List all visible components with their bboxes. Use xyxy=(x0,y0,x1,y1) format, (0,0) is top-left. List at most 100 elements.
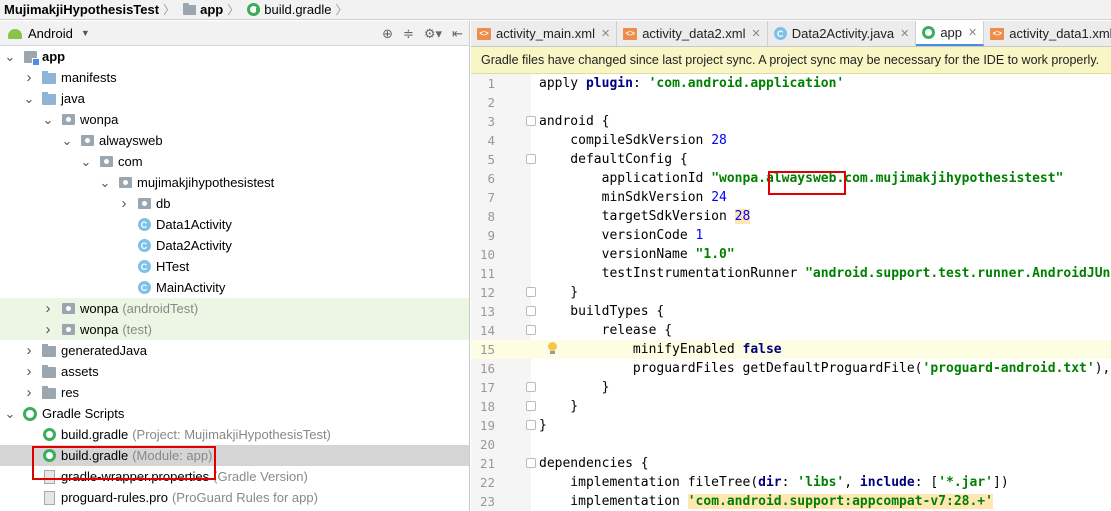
tree-item[interactable]: ⌄ com xyxy=(0,151,469,172)
fold-marker-icon[interactable] xyxy=(526,382,536,392)
code-line[interactable]: 1 apply plugin: 'com.android.application' xyxy=(471,74,1111,93)
code-text: implementation fileTree(dir: 'libs', inc… xyxy=(539,473,1008,492)
chevron-down-icon[interactable]: ⌄ xyxy=(80,155,92,168)
code-token: apply xyxy=(539,76,586,91)
editor-tab[interactable]: app ✕ xyxy=(916,21,985,46)
code-line[interactable]: 8 targetSdkVersion 28 xyxy=(471,207,1111,226)
fold-marker-icon[interactable] xyxy=(526,306,536,316)
code-token: versionCode xyxy=(539,228,696,243)
breadcrumb-separator: 〉 xyxy=(335,3,348,17)
chevron-down-icon[interactable]: ⌄ xyxy=(42,113,54,126)
tree-item[interactable]: ›proguard-rules.pro(ProGuard Rules for a… xyxy=(0,487,469,508)
breadcrumb-project[interactable]: MujimakjiHypothesisTest xyxy=(0,2,159,17)
breadcrumb-project-label: MujimakjiHypothesisTest xyxy=(4,2,160,17)
breadcrumb-module[interactable]: app xyxy=(179,2,223,17)
chevron-right-icon[interactable]: › xyxy=(23,342,35,359)
hide-icon[interactable]: ⇤ xyxy=(452,26,463,42)
fold-marker-icon[interactable] xyxy=(526,287,536,297)
breadcrumb-separator: 〉 xyxy=(163,3,176,17)
tree-item[interactable]: › wonpa (test) xyxy=(0,319,469,340)
code-line[interactable]: 22 implementation fileTree(dir: 'libs', … xyxy=(471,473,1111,492)
editor-tab[interactable]: <>activity_data1.xml✕ xyxy=(984,21,1111,46)
code-line[interactable]: 16 proguardFiles getDefaultProguardFile(… xyxy=(471,359,1111,378)
tree-item[interactable]: ⌄ mujimakjihypothesistest xyxy=(0,172,469,193)
chevron-right-icon[interactable]: › xyxy=(23,384,35,401)
code-line[interactable]: 21 dependencies { xyxy=(471,454,1111,473)
fold-marker-icon[interactable] xyxy=(526,154,536,164)
code-line[interactable]: 10 versionName "1.0" xyxy=(471,245,1111,264)
tree-item[interactable]: ›gradle-wrapper.properties(Gradle Versio… xyxy=(0,466,469,487)
code-line[interactable]: 3 android { xyxy=(471,112,1111,131)
tree-item[interactable]: ⌄ Gradle Scripts xyxy=(0,403,469,424)
code-editor[interactable]: 1 apply plugin: 'com.android.application'… xyxy=(471,74,1111,511)
code-line[interactable]: 20 xyxy=(471,435,1111,454)
code-line[interactable]: 18 } xyxy=(471,397,1111,416)
code-line[interactable]: 4 compileSdkVersion 28 xyxy=(471,131,1111,150)
gear-icon[interactable]: ⚙▾ xyxy=(424,26,442,42)
chevron-right-icon[interactable]: › xyxy=(23,69,35,86)
tree-item[interactable]: › res xyxy=(0,382,469,403)
code-line[interactable]: 9 versionCode 1 xyxy=(471,226,1111,245)
tree-item[interactable]: ›CData2Activity xyxy=(0,235,469,256)
tree-item[interactable]: ⌄ app xyxy=(0,46,469,67)
code-line[interactable]: 13 buildTypes { xyxy=(471,302,1111,321)
close-icon[interactable]: ✕ xyxy=(752,27,761,40)
editor-tab[interactable]: <> activity_main.xml ✕ xyxy=(471,21,618,46)
tree-item[interactable]: ›CData1Activity xyxy=(0,214,469,235)
code-token: : xyxy=(781,475,798,490)
chevron-down-icon[interactable]: ⌄ xyxy=(23,92,35,105)
collapse-icon[interactable]: ≑ xyxy=(403,26,414,42)
code-line[interactable]: 19} xyxy=(471,416,1111,435)
tree-item[interactable]: › db xyxy=(0,193,469,214)
code-token: defaultConfig { xyxy=(539,152,688,167)
tree-item[interactable]: ›build.gradle(Module: app) xyxy=(0,445,469,466)
code-line[interactable]: 11 testInstrumentationRunner "android.su… xyxy=(471,264,1111,283)
tree-item[interactable]: › wonpa (androidTest) xyxy=(0,298,469,319)
code-line[interactable]: 2 xyxy=(471,93,1111,112)
tree-item[interactable]: › assets xyxy=(0,361,469,382)
line-number: 21 xyxy=(479,456,495,471)
code-line[interactable]: 23 implementation 'com.android.support:a… xyxy=(471,492,1111,511)
chevron-down-icon[interactable]: ⌄ xyxy=(4,50,16,63)
project-view-selector[interactable]: Android xyxy=(28,26,73,41)
tree-item[interactable]: › manifests xyxy=(0,67,469,88)
editor-tab[interactable]: C Data2Activity.java ✕ xyxy=(767,21,917,46)
close-icon[interactable]: ✕ xyxy=(968,26,977,39)
code-line[interactable]: 12 } xyxy=(471,283,1111,302)
fold-marker-icon[interactable] xyxy=(526,116,536,126)
code-line[interactable]: 6 applicationId "wonpa.alwaysweb.com.muj… xyxy=(471,169,1111,188)
tree-item[interactable]: ›build.gradle(Project: MujimakjiHypothes… xyxy=(0,424,469,445)
target-icon[interactable]: ⊕ xyxy=(382,26,393,42)
code-line[interactable]: 15 minifyEnabled false xyxy=(471,340,1111,359)
fold-marker-icon[interactable] xyxy=(526,458,536,468)
line-number: 11 xyxy=(479,266,495,281)
chevron-down-icon[interactable]: ⌄ xyxy=(99,176,111,189)
chevron-right-icon[interactable]: › xyxy=(23,363,35,380)
class-icon: C xyxy=(773,27,787,40)
chevron-down-icon[interactable]: ⌄ xyxy=(4,407,16,420)
tree-item[interactable]: ⌄ wonpa xyxy=(0,109,469,130)
close-icon[interactable]: ✕ xyxy=(601,27,610,40)
tree-item[interactable]: ⌄ java xyxy=(0,88,469,109)
chevron-down-icon[interactable]: ▼ xyxy=(81,28,90,38)
tree-item[interactable]: ›CHTest xyxy=(0,256,469,277)
tree-item[interactable]: ⌄ alwaysweb xyxy=(0,130,469,151)
gradle-icon xyxy=(922,26,936,39)
chevron-right-icon[interactable]: › xyxy=(42,321,54,338)
editor-tab[interactable]: <> activity_data2.xml ✕ xyxy=(617,21,768,46)
chevron-right-icon[interactable]: › xyxy=(118,195,130,212)
fold-marker-icon[interactable] xyxy=(526,325,536,335)
close-icon[interactable]: ✕ xyxy=(900,27,909,40)
code-line[interactable]: 5 defaultConfig { xyxy=(471,150,1111,169)
code-line[interactable]: 14 release { xyxy=(471,321,1111,340)
folder-icon xyxy=(183,2,197,15)
tree-item[interactable]: ›CMainActivity xyxy=(0,277,469,298)
code-line[interactable]: 17 } xyxy=(471,378,1111,397)
chevron-right-icon[interactable]: › xyxy=(42,300,54,317)
breadcrumb-file[interactable]: build.gradle xyxy=(243,2,331,17)
tree-item[interactable]: › generatedJava xyxy=(0,340,469,361)
chevron-down-icon[interactable]: ⌄ xyxy=(61,134,73,147)
fold-marker-icon[interactable] xyxy=(526,401,536,411)
fold-marker-icon[interactable] xyxy=(526,420,536,430)
code-line[interactable]: 7 minSdkVersion 24 xyxy=(471,188,1111,207)
